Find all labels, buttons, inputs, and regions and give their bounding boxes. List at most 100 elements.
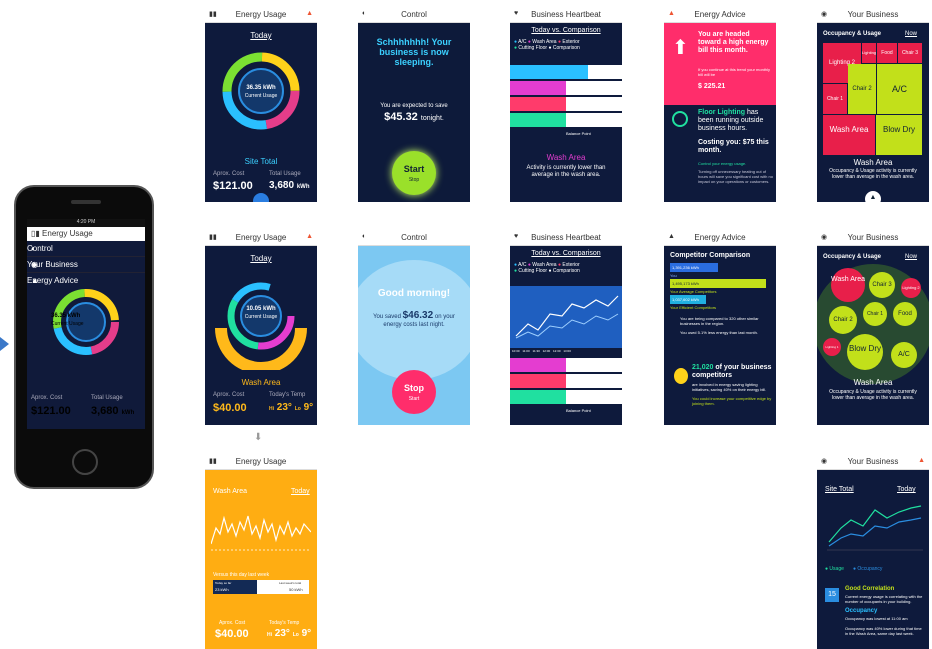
lo-label: Lo (294, 406, 301, 412)
today-tab[interactable]: Today (291, 488, 310, 495)
tile-label: A/C (891, 84, 907, 94)
area-label: Wash Area (853, 378, 893, 387)
bubble-label: Food (898, 311, 912, 317)
chat-icon: ◉ (821, 458, 828, 465)
screen-energy-usage-wash: ▮▮ Energy Usage ▲ Today 10.05 kWh Current … (205, 230, 317, 425)
today-so-far-value: 23 kWh (215, 587, 229, 592)
bubble-chair-1[interactable]: Chair 1 (863, 302, 887, 326)
usage-number: 3,680 (269, 180, 295, 191)
bubble-label: Lighting 2 (902, 285, 920, 290)
tile-wash-area[interactable]: Wash Area (823, 115, 875, 155)
now-tab[interactable]: Now (905, 31, 917, 37)
bar-exterior-compare (566, 97, 622, 111)
hi-value: 23° (276, 402, 292, 413)
screen-title: Your Business (847, 233, 899, 242)
temp-value: Hi 23° Lo 9° (269, 402, 313, 413)
start-label: Start (403, 164, 425, 174)
balance-point-label: Balance Point (566, 131, 591, 136)
sleep-message: Schhhhhhh! Your business is now sleeping… (376, 37, 452, 67)
hi-label: Hi (269, 406, 274, 412)
screen-header: ◉ Your Business (817, 7, 929, 23)
tile-blow-dry[interactable]: Blow Dry (876, 115, 922, 155)
tile-label: Chair 1 (826, 96, 844, 102)
cost-value: $40.00 (213, 402, 247, 414)
heart-icon: ♥ (514, 233, 519, 240)
warning-icon: ▲ (306, 10, 313, 17)
wash-usage-ring (215, 282, 307, 370)
bubble-label: Blow Dry (848, 344, 881, 353)
screen-title: Your Business (847, 457, 899, 466)
screen-energy-advice: ▲ Energy Advice ⬆ You are headed toward a… (664, 7, 776, 202)
saved-amount: $46.32 (402, 310, 434, 321)
compare-tab[interactable]: Today vs. Comparison (510, 250, 622, 257)
aprox-cost-label: Aprox. Cost (219, 620, 246, 626)
today-tab[interactable]: Today (205, 254, 317, 263)
phone-status-time: 4:20 PM (27, 219, 145, 227)
tile-label: Chair 3 (901, 50, 919, 56)
compared-note: You are being compared to 320 other simi… (680, 316, 759, 326)
phone-menu-business[interactable]: ◉ Your Business (27, 257, 145, 273)
bar-cutting-compare (566, 390, 622, 404)
bar-average-label: Your Average Competitors (670, 289, 717, 294)
bubble-label: Chair 2 (833, 317, 853, 323)
chart-icon: ▯▮ (31, 229, 43, 238)
scroll-down-button[interactable] (253, 193, 269, 202)
tile-lighting-1[interactable]: Lighting 1 (862, 43, 876, 75)
phone-home-button[interactable] (72, 449, 98, 475)
floor-message: Floor Lighting has been running outside … (698, 109, 774, 133)
area-note: Occupancy & Usage activity is currently … (829, 389, 917, 401)
bar-wash (510, 358, 566, 372)
bubble-lighting-1[interactable]: Lighting 1 (823, 338, 841, 356)
phone-kwh: 36.35 kWh (51, 313, 81, 319)
phone-current-usage: Current Usage (51, 321, 84, 327)
tile-food[interactable]: Food (877, 43, 897, 63)
bubble-chair-3[interactable]: Chair 3 (869, 272, 895, 298)
screen-title: Energy Usage (235, 233, 287, 242)
compare-bar: Today so far 23 kWh Last week's total 50… (213, 580, 309, 594)
legend-usage-label: Usage (829, 566, 844, 572)
aprox-cost-label: Aprox. Cost (213, 171, 245, 177)
bubble-chair-2[interactable]: Chair 2 (829, 306, 857, 334)
phone-menu-control[interactable]: ◐ Control (27, 241, 145, 257)
bubble-lighting-2[interactable]: Lighting 2 (901, 278, 921, 298)
flow-arrow-icon (0, 337, 9, 351)
usage-note: You used 5.1% less energy than last mont… (680, 330, 758, 335)
control-link[interactable]: Control your energy usage. (698, 161, 746, 166)
bubble-blow-dry[interactable]: Blow Dry (847, 334, 883, 370)
bill-value: $ 225.21 (698, 83, 726, 90)
area-label: Wash Area (241, 378, 281, 387)
bubble-label: Chair 1 (866, 311, 884, 317)
time-tick: 12:30 (553, 349, 561, 353)
today-tab[interactable]: Today (205, 31, 317, 40)
screen-title: Control (401, 10, 427, 19)
bar-efficient-label: Your Efficient Competitors (670, 305, 717, 310)
bubble-food[interactable]: Food (893, 302, 917, 326)
competitive-link[interactable]: You could increase your competitive edge… (692, 396, 774, 406)
chart-icon: ▮▮ (209, 234, 217, 241)
legend: ● A/C ● Wash Area ● Exterior ● Cutting Fl… (514, 39, 580, 51)
start-button[interactable]: Start Stop (392, 151, 436, 195)
chart-icon: ▮▮ (209, 11, 217, 18)
lo-value: 9° (303, 402, 314, 413)
tile-ac[interactable]: A/C (877, 64, 922, 114)
tile-chair-2[interactable]: Chair 2 (848, 64, 876, 114)
chat-icon: ◉ (31, 260, 38, 269)
today-tab[interactable]: Today (897, 486, 916, 493)
phone-title[interactable]: ▯▮ Energy Usage (27, 227, 145, 241)
tile-chair-1[interactable]: Chair 1 (823, 84, 847, 114)
bar-exterior-compare (566, 374, 622, 388)
now-tab[interactable]: Now (905, 254, 917, 260)
phone-total-usage-label: Total Usage (91, 395, 123, 401)
alert-panel: ⬆ You are headed toward a high energy bi… (664, 23, 776, 105)
bubble-wash-area[interactable]: Wash Area (831, 268, 865, 302)
scroll-up-button[interactable]: ▲ (865, 191, 881, 202)
stop-button[interactable]: Stop Start (392, 370, 436, 414)
start-sublabel: Start (408, 396, 420, 402)
bubble-ac[interactable]: A/C (891, 342, 917, 368)
screen-header: ▮▮ Energy Usage ▲ (205, 230, 317, 246)
bubble-label: Wash Area (831, 276, 865, 283)
site-total-tab[interactable]: Site Total (825, 486, 854, 493)
compare-tab[interactable]: Today vs. Comparison (510, 27, 622, 34)
correlation-number: 15 (828, 591, 836, 598)
tile-chair-3[interactable]: Chair 3 (898, 43, 922, 63)
